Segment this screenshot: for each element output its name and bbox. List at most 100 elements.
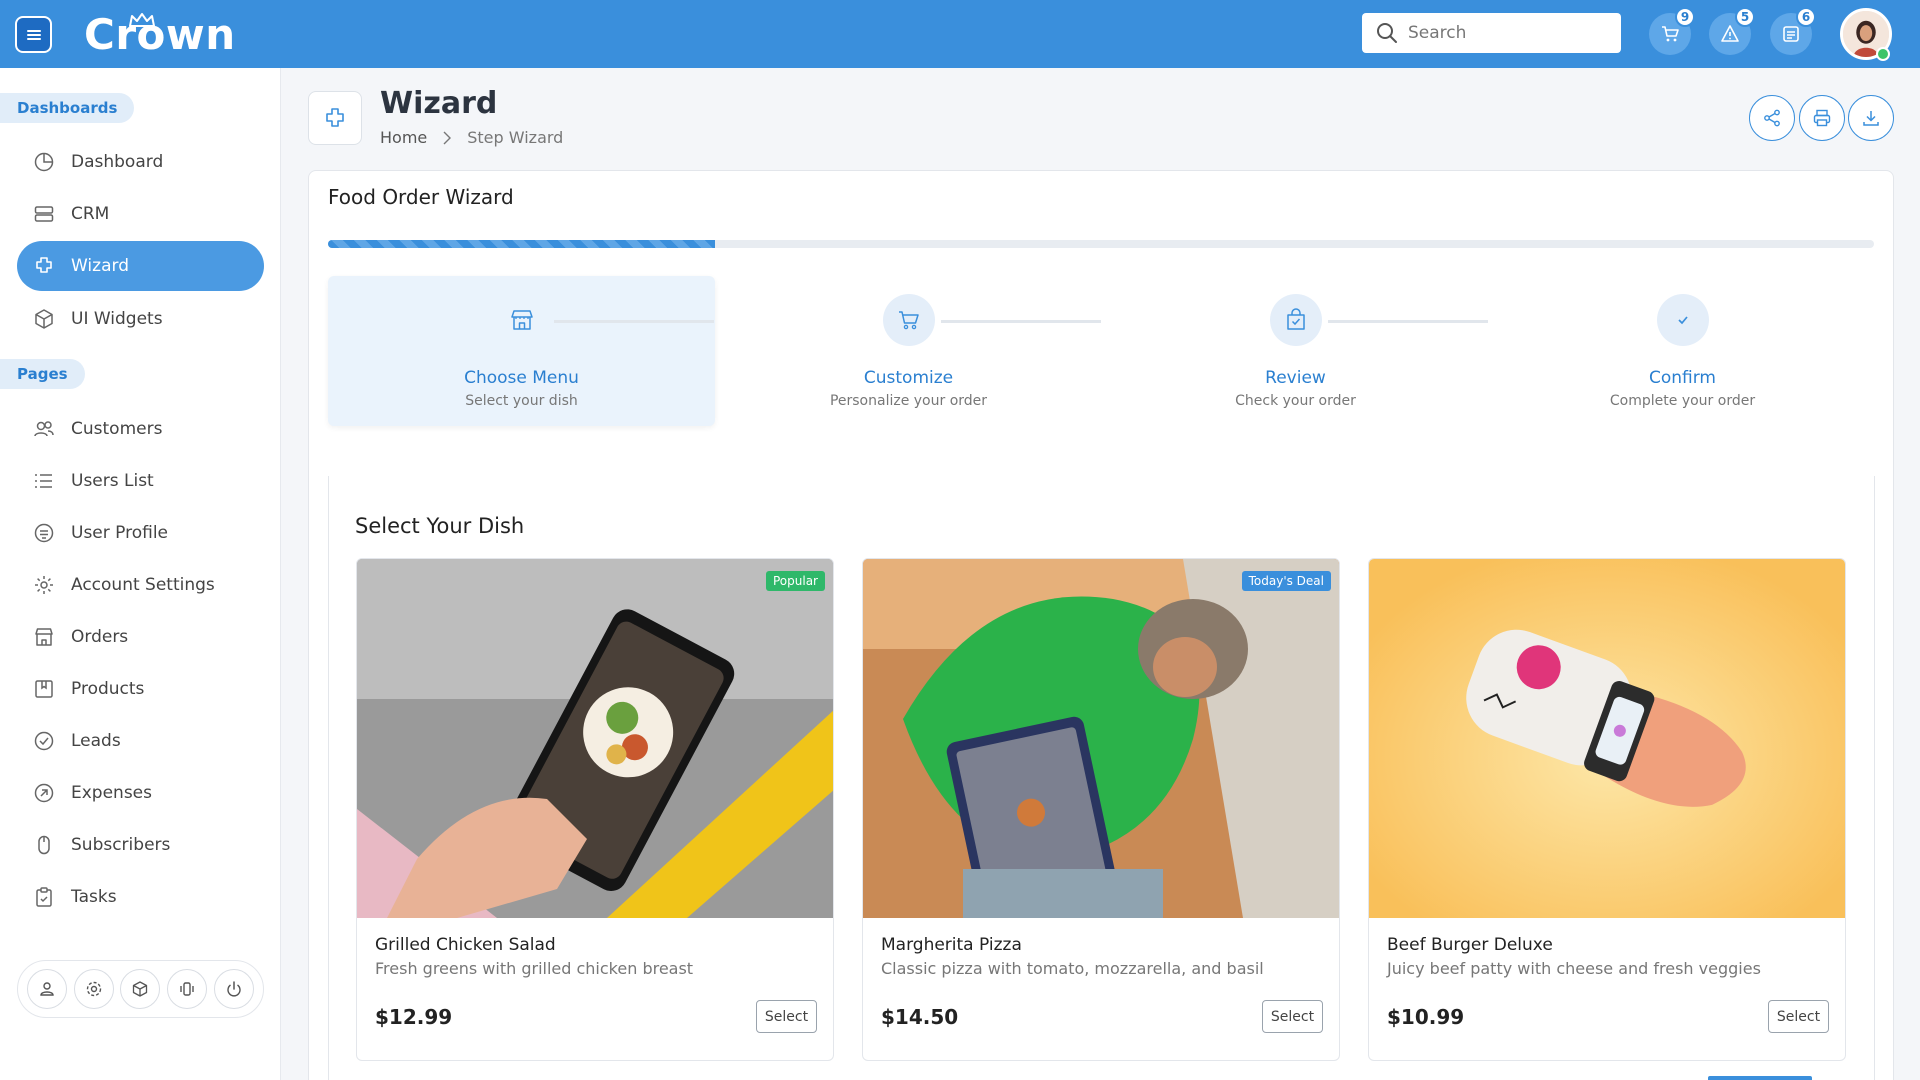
settings-footer-button[interactable] — [73, 969, 114, 1009]
dish-description: Classic pizza with tomato, mozzarella, a… — [881, 959, 1264, 978]
vibrate-footer-button[interactable] — [167, 969, 208, 1009]
store-icon — [35, 628, 53, 646]
dish-price: $12.99 — [375, 1005, 453, 1029]
check-circle-icon — [34, 731, 54, 751]
user-icon — [40, 982, 54, 996]
select-dish-button[interactable]: Select — [756, 1000, 817, 1033]
dish-tag: Today's Deal — [1241, 571, 1331, 591]
sidebar-item-label: Users List — [71, 471, 154, 491]
sidebar-item-subscribers[interactable]: Subscribers — [17, 820, 264, 870]
sidebar-item-user-profile[interactable]: User Profile — [17, 508, 264, 558]
menu-toggle-button[interactable] — [15, 16, 52, 53]
users-icon — [34, 421, 54, 437]
tablet-photo — [863, 559, 1339, 918]
breadcrumb-home[interactable]: Home — [380, 128, 427, 147]
sidebar-item-ui-widgets[interactable]: UI Widgets — [17, 294, 264, 344]
sidebar-item-label: Customers — [71, 419, 163, 439]
step-connector — [554, 320, 714, 323]
power-icon — [226, 981, 241, 997]
step-customize[interactable]: Customize Personalize your order — [715, 276, 1102, 426]
select-dish-button[interactable]: Select — [1768, 1000, 1829, 1033]
dish-price: $10.99 — [1387, 1005, 1465, 1029]
select-dish-button[interactable]: Select — [1262, 1000, 1323, 1033]
vibrate-icon — [180, 982, 194, 996]
store-icon — [511, 310, 533, 330]
step-label: Customize — [863, 368, 954, 388]
step-label: Review — [1265, 368, 1326, 388]
step-icon-circle — [496, 294, 548, 346]
step-confirm[interactable]: Confirm Complete your order — [1489, 276, 1876, 426]
step-review[interactable]: Review Check your order — [1102, 276, 1489, 426]
sidebar-item-leads[interactable]: Leads — [17, 716, 264, 766]
dish-card[interactable]: Beef Burger Deluxe Juicy beef patty with… — [1368, 558, 1846, 1061]
dish-name: Beef Burger Deluxe — [1387, 935, 1553, 955]
apps-footer-button[interactable] — [120, 969, 161, 1009]
sidebar-item-label: Expenses — [71, 783, 152, 803]
messages-button[interactable]: 6 — [1770, 7, 1816, 55]
download-button[interactable] — [1848, 95, 1894, 141]
puzzle-icon — [326, 108, 344, 127]
sidebar-item-dashboard[interactable]: Dashboard — [17, 137, 264, 187]
app-logo[interactable]: Crown — [84, 10, 236, 59]
sidebar-item-products[interactable]: Products — [17, 664, 264, 714]
online-status-dot — [1876, 47, 1890, 61]
search-icon — [1377, 23, 1397, 43]
sidebar-item-tasks[interactable]: Tasks — [17, 872, 264, 922]
list-icon — [35, 474, 52, 488]
share-button[interactable] — [1749, 95, 1795, 141]
sidebar: Dashboards Dashboard CRM Wizard UI Widge… — [0, 68, 281, 1080]
dish-image — [1369, 559, 1845, 918]
bag-check-icon — [1287, 308, 1305, 330]
step-choose-menu[interactable]: Choose Menu Select your dish — [328, 276, 715, 426]
wizard-progress-bar — [328, 240, 1874, 248]
logout-footer-button[interactable] — [213, 969, 254, 1009]
sidebar-item-orders[interactable]: Orders — [17, 612, 264, 662]
print-button[interactable] — [1799, 95, 1845, 141]
breadcrumb: Home Step Wizard — [380, 128, 563, 147]
profile-footer-button[interactable] — [27, 969, 68, 1009]
wizard-progress-fill — [328, 240, 715, 248]
cart-icon — [1662, 26, 1679, 42]
server-icon — [34, 206, 54, 222]
puzzle-icon — [36, 257, 52, 273]
step-label: Confirm — [1648, 368, 1716, 388]
dish-image: Today's Deal — [863, 559, 1339, 918]
wizard-title: Food Order Wizard — [328, 185, 514, 209]
pie-chart-icon — [34, 152, 54, 172]
step-subtitle: Personalize your order — [829, 393, 988, 409]
arrow-circle-icon — [34, 783, 54, 803]
sidebar-item-customers[interactable]: Customers — [17, 404, 264, 454]
step-label: Choose Menu — [464, 368, 579, 388]
cart-button[interactable]: 9 — [1649, 7, 1695, 55]
alerts-button[interactable]: 5 — [1709, 7, 1755, 55]
sidebar-item-account-settings[interactable]: Account Settings — [17, 560, 264, 610]
step-icon-circle — [883, 294, 935, 346]
dish-card[interactable]: Popular Grilled Chicken Salad Fresh gree… — [356, 558, 834, 1061]
step-subtitle: Check your order — [1235, 393, 1356, 409]
sidebar-item-expenses[interactable]: Expenses — [17, 768, 264, 818]
clipboard-icon — [36, 887, 52, 907]
step-icon-circle — [1270, 294, 1322, 346]
next-button[interactable] — [1708, 1076, 1812, 1080]
sidebar-item-label: UI Widgets — [71, 309, 163, 329]
dish-description: Fresh greens with grilled chicken breast — [375, 959, 694, 978]
sidebar-item-label: User Profile — [71, 523, 169, 543]
smartwatch-illustration — [1369, 559, 1845, 918]
step-connector — [1328, 320, 1488, 323]
print-icon — [1813, 109, 1831, 127]
search-input[interactable] — [1408, 23, 1608, 43]
search-box[interactable] — [1362, 13, 1621, 53]
sidebar-item-users-list[interactable]: Users List — [17, 456, 264, 506]
dish-card[interactable]: Today's Deal Margherita Pizza Classic pi… — [862, 558, 1340, 1061]
download-icon — [1863, 111, 1879, 126]
sidebar-item-label: Leads — [71, 731, 121, 751]
top-bar: Crown 9 5 6 — [0, 0, 1920, 68]
alerts-badge: 5 — [1735, 7, 1755, 27]
gear-icon — [86, 981, 102, 997]
sidebar-item-wizard[interactable]: Wizard — [17, 241, 264, 291]
messages-badge: 6 — [1796, 7, 1816, 27]
sidebar-scroll-fade — [17, 936, 247, 956]
sidebar-item-label: Account Settings — [71, 575, 215, 595]
sidebar-item-crm[interactable]: CRM — [17, 189, 264, 239]
sidebar-item-label: Subscribers — [71, 835, 171, 855]
